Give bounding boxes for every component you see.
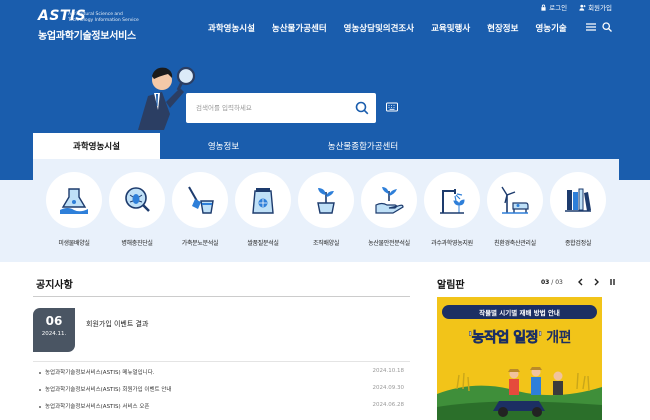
date-year-month: 2024.11. [41, 331, 67, 337]
nav-item-consulting[interactable]: 영농상담및의견조사 [344, 22, 414, 34]
shovel-bucket-icon [188, 186, 214, 214]
facility-item[interactable]: 조직배양실 [296, 172, 356, 247]
bug-magnifier-icon [125, 187, 150, 212]
nav-item-processing-center[interactable]: 농산물가공센터 [272, 22, 327, 34]
plant-hand-icon [375, 187, 404, 214]
next-icon[interactable] [593, 278, 600, 286]
prev-icon[interactable] [577, 278, 584, 286]
list-item[interactable]: 농업과학기술정보서비스(ASTIS) 서비스 오픈 2024.06.28 [39, 402, 404, 410]
logo-subtitle: Agricultural Science and Technology Info… [68, 12, 139, 23]
nav-item-farming-tech[interactable]: 영농기술 [535, 22, 566, 34]
date-badge: 06 2024.11. [33, 308, 75, 352]
pause-icon[interactable] [609, 278, 616, 286]
facility-item[interactable]: 가축분뇨분석실 [170, 172, 230, 247]
nav-item-field-info[interactable]: 현장정보 [487, 22, 518, 34]
nav-item-education[interactable]: 교육및행사 [431, 22, 470, 34]
facility-item[interactable]: 쌀품질분석실 [233, 172, 293, 247]
banner-title: '농작업 일정' 개편 [468, 330, 572, 347]
keyboard-icon[interactable] [386, 102, 398, 112]
list-item[interactable]: 농업과학기술정보서비스(ASTIS) 회원가입 이벤트 안내 2024.09.3… [39, 385, 404, 393]
alarm-controls: 03 / 03 [541, 278, 616, 286]
join-link[interactable]: 회원가입 [579, 2, 612, 12]
featured-notice-link[interactable]: 회원가입 이벤트 결과 [86, 319, 148, 329]
logo-name: 농업과학기술정보서비스 [38, 31, 136, 42]
facility-item[interactable]: 병해충진단실 [107, 172, 167, 247]
sprout-pot-icon [317, 188, 335, 214]
microbe-hand-icon [60, 188, 88, 214]
nav-item-facilities[interactable]: 과학영농시설 [208, 22, 255, 34]
facility-item[interactable]: 농산물안전분석실 [359, 172, 419, 247]
facility-item[interactable]: 미생물배양실 [44, 172, 104, 247]
login-link[interactable]: 로그인 [540, 2, 567, 12]
alarm-banner[interactable]: 작물별 시기별 재배 방법 안내 '농작업 일정' 개편 [437, 297, 602, 420]
facility-item[interactable]: 과수과학영농지원 [422, 172, 482, 247]
lock-icon [541, 4, 546, 11]
date-day: 06 [45, 314, 63, 328]
facility-panel: 미생물배양실 병해충진단실 가축분뇨분석실 쌀품질분석실 조직배양실 농산물안전… [33, 159, 619, 262]
banner-headline: 작물별 시기별 재배 방법 안내 [442, 305, 597, 319]
search-box [186, 93, 376, 123]
tab-facilities[interactable]: 과학영농시설 [33, 133, 160, 159]
content-tabs: 과학영농시설 영농정보 농산물종합가공센터 [33, 133, 619, 159]
farmers-illustration [437, 367, 602, 420]
search-button[interactable] [354, 100, 370, 116]
tab-processing-center[interactable]: 농산물종합가공센터 [287, 133, 439, 159]
tab-farming-info[interactable]: 영농정보 [160, 133, 287, 159]
divider [33, 361, 410, 362]
search-input[interactable] [196, 101, 346, 115]
slide-counter: 03 / 03 [541, 278, 563, 286]
list-item[interactable]: 농업과학기술정보서비스(ASTIS) 메뉴얼입니다. 2024.10.18 [39, 368, 404, 376]
utility-menu: 로그인 회원가입 [540, 2, 612, 12]
notice-title: 공지사항 [36, 280, 73, 291]
rice-bag-icon [252, 188, 274, 214]
facility-item[interactable]: 친환경축산관리실 [485, 172, 545, 247]
facility-item[interactable]: 종합검정실 [548, 172, 608, 247]
divider [33, 296, 410, 297]
search-icon[interactable] [602, 22, 612, 32]
alarm-title: 알림판 [437, 280, 465, 291]
menu-icon[interactable] [586, 22, 596, 32]
main-nav: 과학영농시설 농산물가공센터 영농상담및의견조사 교육및행사 현장정보 영농기술 [208, 22, 584, 34]
book-shelf-icon [565, 188, 591, 212]
user-plus-icon [579, 4, 586, 11]
nav-tools [586, 22, 612, 32]
windmill-cow-icon [501, 186, 529, 214]
sprinkler-plant-icon [440, 189, 465, 214]
